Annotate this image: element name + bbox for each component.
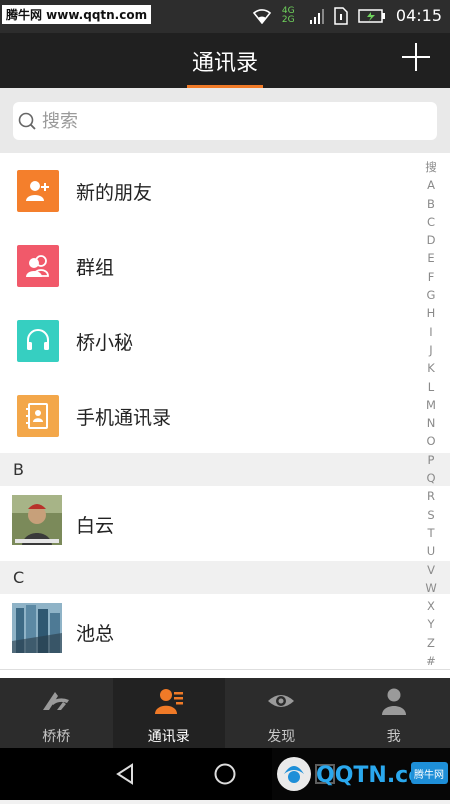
app-header: 通讯录 xyxy=(0,33,450,88)
status-icons: 4G 2G 04:15 xyxy=(252,6,442,25)
contact-name: 池总 xyxy=(76,619,114,646)
search-input[interactable] xyxy=(40,110,404,133)
watermark-bottom: QQTN.com 腾牛网 xyxy=(272,748,450,800)
tab-me[interactable]: 我 xyxy=(338,678,450,748)
section-header-b: B xyxy=(0,453,450,486)
section-letter: C xyxy=(13,568,24,587)
index-letter[interactable]: 搜 xyxy=(425,158,437,176)
tab-qiaoqiao[interactable]: 桥桥 xyxy=(0,678,113,748)
add-friend-icon xyxy=(17,170,59,212)
search-area xyxy=(0,88,450,153)
index-letter[interactable]: M xyxy=(426,396,436,414)
back-icon[interactable] xyxy=(113,762,137,786)
tab-label: 我 xyxy=(338,726,450,746)
bridge-icon xyxy=(41,686,71,716)
index-letter[interactable]: K xyxy=(427,359,435,377)
qqtn-logo: QQTN.com 腾牛网 xyxy=(272,748,450,800)
index-letter[interactable]: V xyxy=(427,561,435,579)
index-letter[interactable]: E xyxy=(427,249,434,267)
home-icon[interactable] xyxy=(213,762,237,786)
index-letter[interactable]: B xyxy=(427,195,435,213)
contact-row[interactable]: 池总 xyxy=(0,594,450,670)
status-bar: 腾牛网 www.qqtn.com 4G 2G 04:15 xyxy=(0,0,450,33)
alphabet-index[interactable]: 搜 A B C D E F G H I J K L M N O P Q R S … xyxy=(424,158,438,670)
page-title: 通讯录 xyxy=(0,45,450,77)
discover-icon xyxy=(266,686,296,716)
item-label: 手机通讯录 xyxy=(76,403,171,430)
index-letter[interactable]: S xyxy=(427,506,434,524)
phonebook-icon xyxy=(17,395,59,437)
contact-name: 白云 xyxy=(76,511,114,538)
index-letter[interactable]: P xyxy=(428,451,435,469)
contacts-icon xyxy=(154,686,184,716)
index-letter[interactable]: J xyxy=(429,341,432,359)
tab-label: 发现 xyxy=(225,726,338,746)
tab-label: 桥桥 xyxy=(0,726,113,746)
contact-list[interactable]: 新的朋友 群组 桥小秘 xyxy=(0,153,450,678)
index-letter[interactable]: H xyxy=(427,304,436,322)
tab-bar: 桥桥 通讯录 发现 我 xyxy=(0,678,450,748)
index-letter[interactable]: W xyxy=(425,579,436,597)
new-friends-item[interactable]: 新的朋友 xyxy=(0,153,450,229)
contact-row[interactable]: 白云 xyxy=(0,486,450,562)
tab-contacts[interactable]: 通讯录 xyxy=(113,678,226,748)
index-letter[interactable]: A xyxy=(427,176,435,194)
groups-item[interactable]: 群组 xyxy=(0,228,450,304)
battery-icon xyxy=(358,8,386,24)
search-icon xyxy=(18,112,36,130)
network-type: 4G 2G xyxy=(282,7,300,25)
add-button[interactable] xyxy=(402,43,430,71)
index-letter[interactable]: X xyxy=(427,597,435,615)
index-letter[interactable]: O xyxy=(426,432,435,450)
item-label: 新的朋友 xyxy=(76,178,152,205)
index-letter[interactable]: Q xyxy=(426,469,435,487)
avatar xyxy=(12,495,62,545)
phonebook-item[interactable]: 手机通讯录 xyxy=(0,378,450,454)
item-label: 桥小秘 xyxy=(76,328,133,355)
index-letter[interactable]: R xyxy=(427,487,435,505)
headset-icon xyxy=(17,320,59,362)
clock: 04:15 xyxy=(396,6,442,25)
tab-label: 通讯录 xyxy=(113,726,226,746)
watermark-top: 腾牛网 www.qqtn.com xyxy=(2,5,151,24)
index-letter[interactable]: F xyxy=(428,268,435,286)
me-icon xyxy=(379,686,409,716)
item-label: 群组 xyxy=(76,253,114,280)
index-letter[interactable]: L xyxy=(428,378,434,396)
sim-icon xyxy=(334,7,348,25)
wifi-icon xyxy=(252,8,272,24)
index-letter[interactable]: C xyxy=(427,213,435,231)
signal-icon xyxy=(310,8,324,24)
group-icon xyxy=(17,245,59,287)
section-header-c: C xyxy=(0,561,450,594)
watermark-badge: 腾牛网 xyxy=(414,768,444,781)
assistant-item[interactable]: 桥小秘 xyxy=(0,303,450,379)
section-letter: B xyxy=(13,460,24,479)
tab-discover[interactable]: 发现 xyxy=(225,678,338,748)
index-letter[interactable]: T xyxy=(427,524,434,542)
index-letter[interactable]: Y xyxy=(427,615,434,633)
avatar xyxy=(12,603,62,653)
index-letter[interactable]: I xyxy=(429,323,432,341)
index-letter[interactable]: G xyxy=(427,286,436,304)
index-letter[interactable]: # xyxy=(426,652,436,670)
index-letter[interactable]: D xyxy=(427,231,436,249)
index-letter[interactable]: Z xyxy=(427,634,435,652)
index-letter[interactable]: U xyxy=(427,542,435,560)
search-box[interactable] xyxy=(13,102,437,140)
index-letter[interactable]: N xyxy=(427,414,436,432)
